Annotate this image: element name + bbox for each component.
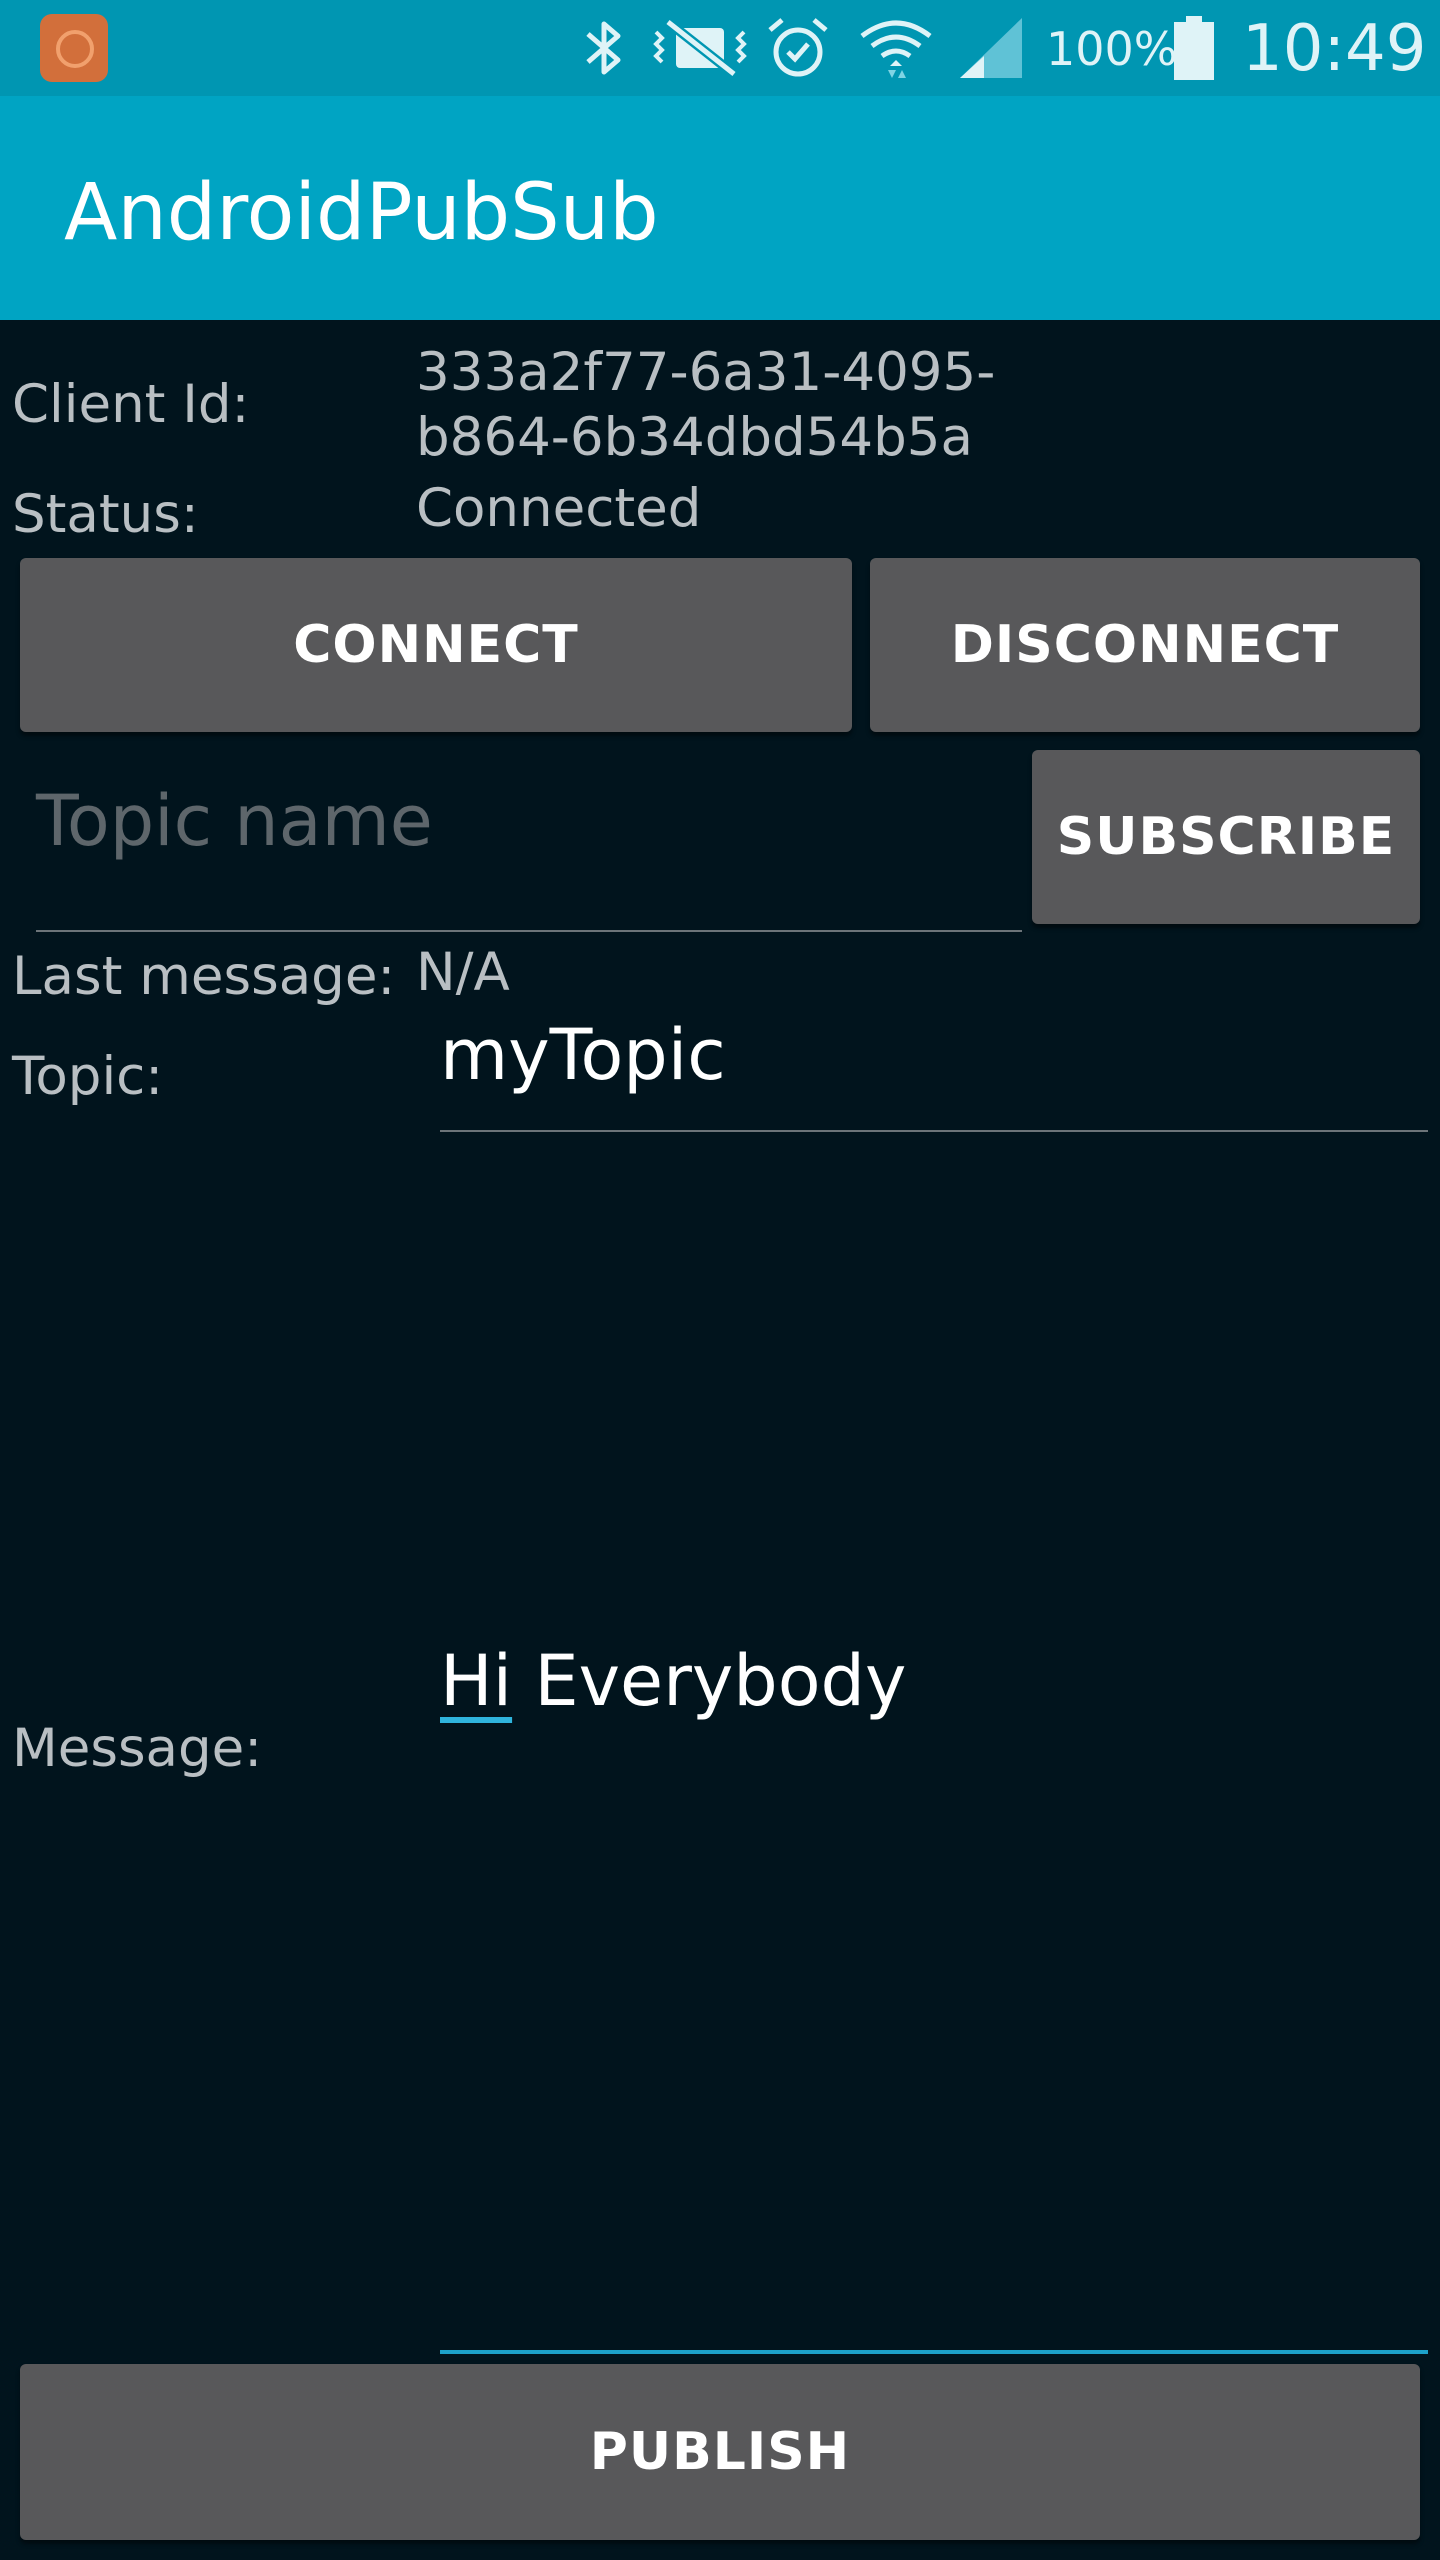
publish-topic-underline [440,1130,1428,1132]
message-label: Message: [12,1718,263,1779]
connect-button[interactable]: CONNECT [20,558,852,732]
message-input[interactable]: Hi Everybody [440,1640,1428,2340]
app-title: AndroidPubSub [64,168,659,258]
client-id-line2: b864-6b34dbd54b5a [416,407,973,468]
app-notification-icon [40,14,108,82]
client-id-value: 333a2f77-6a31-4095- b864-6b34dbd54b5a [416,340,995,470]
publish-topic-label: Topic: [12,1046,164,1107]
client-id-line1: 333a2f77-6a31-4095- [416,342,996,403]
clock: 10:49 [1242,12,1427,86]
last-message-value: N/A [416,942,510,1003]
publish-button[interactable]: PUBLISH [20,2364,1420,2540]
disconnect-button[interactable]: DISCONNECT [870,558,1420,732]
vibrate-mute-icon [653,18,747,78]
message-word-hi: Hi [440,1640,513,1722]
publish-topic-value: myTopic [440,1014,726,1096]
battery-percent: 100% [1046,22,1178,76]
cell-signal-icon [960,18,1022,78]
last-message-label: Last message: [12,946,396,1007]
subscribe-topic-underline [36,930,1022,932]
status-label: Status: [12,484,199,545]
subscribe-button[interactable]: SUBSCRIBE [1032,750,1420,924]
message-underline [440,2350,1428,2354]
client-id-label: Client Id: [12,374,250,435]
message-text-rest: Everybody [512,1640,907,1722]
status-bar: 100% 10:49 [0,0,1440,96]
alarm-icon [768,18,828,77]
app-bar: AndroidPubSub [0,96,1440,320]
subscribe-topic-input[interactable]: Topic name [36,780,1022,930]
subscribe-topic-placeholder: Topic name [36,780,433,862]
bluetooth-icon [586,21,621,75]
battery-icon [1174,16,1214,80]
status-value: Connected [416,478,702,539]
wifi-icon [860,20,932,78]
publish-topic-input[interactable]: myTopic [440,1014,1428,1124]
